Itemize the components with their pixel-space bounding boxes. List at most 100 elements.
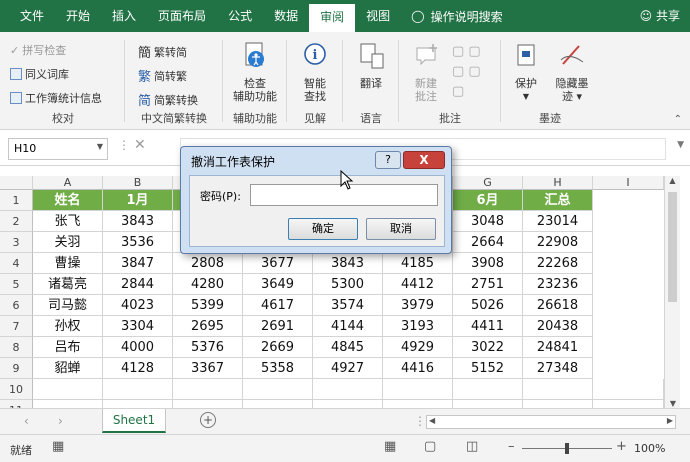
share-button[interactable]: ☺ 共享 xyxy=(640,0,680,32)
empty-cell[interactable] xyxy=(103,379,173,400)
empty-cell[interactable] xyxy=(313,379,383,400)
table-cell[interactable]: 4617 xyxy=(243,295,313,316)
empty-cell[interactable] xyxy=(383,379,453,400)
table-cell[interactable]: 26618 xyxy=(523,295,593,316)
tab-home[interactable]: 开始 xyxy=(55,0,101,32)
table-cell[interactable]: 诸葛亮 xyxy=(33,274,103,295)
table-cell[interactable]: 2808 xyxy=(173,253,243,274)
macro-record-icon[interactable]: ▦ xyxy=(52,439,64,454)
trad-to-simp-button[interactable]: 簡 繁转简 xyxy=(138,42,187,62)
empty-cell[interactable] xyxy=(173,379,243,400)
table-cell[interactable]: 3843 xyxy=(103,211,173,232)
row-header[interactable]: 5 xyxy=(0,274,33,295)
table-cell[interactable]: 4929 xyxy=(383,337,453,358)
table-cell[interactable]: 5152 xyxy=(453,358,523,379)
empty-cell[interactable] xyxy=(243,379,313,400)
row-header[interactable]: 2 xyxy=(0,211,33,232)
translate-button[interactable]: a 翻译 xyxy=(348,42,394,90)
add-sheet-icon[interactable]: + xyxy=(200,412,216,428)
table-cell[interactable]: 2664 xyxy=(453,232,523,253)
expand-formula-icon[interactable]: ▼ xyxy=(677,140,684,150)
scroll-up-icon[interactable]: ▲ xyxy=(665,176,680,185)
table-cell[interactable]: 2695 xyxy=(173,316,243,337)
table-cell[interactable]: 3367 xyxy=(173,358,243,379)
row-header[interactable]: 3 xyxy=(0,232,33,253)
table-cell[interactable]: 张飞 xyxy=(33,211,103,232)
table-cell[interactable]: 4185 xyxy=(383,253,453,274)
smart-lookup-button[interactable]: i 智能 查找 xyxy=(292,42,338,103)
row-header[interactable]: 8 xyxy=(0,337,33,358)
simp-to-trad-button[interactable]: 繁 简转繁 xyxy=(138,66,187,86)
table-cell[interactable]: 4280 xyxy=(173,274,243,295)
table-cell[interactable]: 3574 xyxy=(313,295,383,316)
table-cell[interactable]: 4023 xyxy=(103,295,173,316)
vertical-scrollbar[interactable]: ▲ ▼ xyxy=(664,176,680,408)
next-sheet-icon[interactable]: › xyxy=(58,414,63,428)
protect-button[interactable]: 保护 ▼ xyxy=(506,42,546,103)
column-header[interactable]: A xyxy=(33,176,103,190)
header-cell[interactable]: 1月 xyxy=(103,190,173,211)
column-header[interactable]: I xyxy=(593,176,664,190)
hide-ink-button[interactable]: 隐藏墨 迹 ▾ xyxy=(550,42,594,103)
table-cell[interactable]: 貂蝉 xyxy=(33,358,103,379)
table-cell[interactable]: 2669 xyxy=(243,337,313,358)
table-cell[interactable]: 4416 xyxy=(383,358,453,379)
table-cell[interactable]: 曹操 xyxy=(33,253,103,274)
page-break-view-icon[interactable]: ◫ xyxy=(466,439,478,454)
scroll-down-icon[interactable]: ▼ xyxy=(665,399,681,408)
cancel-entry-icon[interactable]: ✕ xyxy=(134,137,146,153)
simp-trad-convert-button[interactable]: 简 简繁转换 xyxy=(138,90,198,110)
table-cell[interactable]: 5376 xyxy=(173,337,243,358)
comment-tool-icon-row-2[interactable]: ▢ ▢ xyxy=(452,62,492,82)
name-box-dropdown-icon[interactable]: ▼ xyxy=(97,142,103,151)
table-cell[interactable]: 23014 xyxy=(523,211,593,232)
column-header[interactable]: H xyxy=(523,176,593,190)
tab-page-layout[interactable]: 页面布局 xyxy=(147,0,217,32)
empty-cell[interactable] xyxy=(593,379,664,400)
table-cell[interactable]: 23236 xyxy=(523,274,593,295)
row-header[interactable]: 9 xyxy=(0,358,33,379)
table-cell[interactable]: 3979 xyxy=(383,295,453,316)
table-cell[interactable]: 4927 xyxy=(313,358,383,379)
scroll-left-icon[interactable]: ◀ xyxy=(429,416,435,425)
tab-file[interactable]: 文件 xyxy=(0,0,55,32)
table-cell[interactable]: 22908 xyxy=(523,232,593,253)
comment-tool-icon-row-3[interactable]: ▢ xyxy=(452,82,492,102)
new-comment-button[interactable]: 新建 批注 xyxy=(406,42,446,103)
empty-cell[interactable] xyxy=(33,379,103,400)
table-cell[interactable]: 2844 xyxy=(103,274,173,295)
table-cell[interactable]: 4411 xyxy=(453,316,523,337)
tab-review[interactable]: 审阅 xyxy=(309,4,356,32)
workbook-stats-button[interactable]: 工作簿统计信息 xyxy=(10,90,102,106)
name-box[interactable]: H10 ▼ xyxy=(8,138,108,160)
tell-me-search[interactable]: ◯ 操作说明搜索 xyxy=(411,8,502,25)
table-cell[interactable]: 3843 xyxy=(313,253,383,274)
table-cell[interactable]: 3649 xyxy=(243,274,313,295)
header-cell[interactable]: 6月 xyxy=(453,190,523,211)
select-all-corner[interactable] xyxy=(0,176,33,190)
scroll-thumb[interactable] xyxy=(668,192,677,302)
header-cell[interactable]: 姓名 xyxy=(33,190,103,211)
table-cell[interactable]: 司马懿 xyxy=(33,295,103,316)
dialog-help-button[interactable]: ? xyxy=(375,151,401,169)
tab-view[interactable]: 视图 xyxy=(355,0,401,32)
check-accessibility-button[interactable]: 检查 辅助功能 xyxy=(228,42,282,103)
table-cell[interactable]: 3908 xyxy=(453,253,523,274)
table-cell[interactable]: 3677 xyxy=(243,253,313,274)
ok-button[interactable]: 确定 xyxy=(288,218,358,240)
cancel-button[interactable]: 取消 xyxy=(366,218,436,240)
table-cell[interactable]: 4128 xyxy=(103,358,173,379)
row-header[interactable]: 10 xyxy=(0,379,33,400)
table-cell[interactable]: 关羽 xyxy=(33,232,103,253)
tab-insert[interactable]: 插入 xyxy=(101,0,147,32)
tab-formulas[interactable]: 公式 xyxy=(217,0,263,32)
table-cell[interactable]: 20438 xyxy=(523,316,593,337)
thesaurus-button[interactable]: 同义词库 xyxy=(10,66,69,82)
table-cell[interactable]: 22268 xyxy=(523,253,593,274)
table-cell[interactable]: 4412 xyxy=(383,274,453,295)
zoom-level[interactable]: 100% xyxy=(634,442,665,455)
zoom-slider-thumb[interactable] xyxy=(565,443,569,454)
column-header[interactable]: G xyxy=(453,176,523,190)
column-header[interactable]: B xyxy=(103,176,173,190)
row-header[interactable]: 7 xyxy=(0,316,33,337)
